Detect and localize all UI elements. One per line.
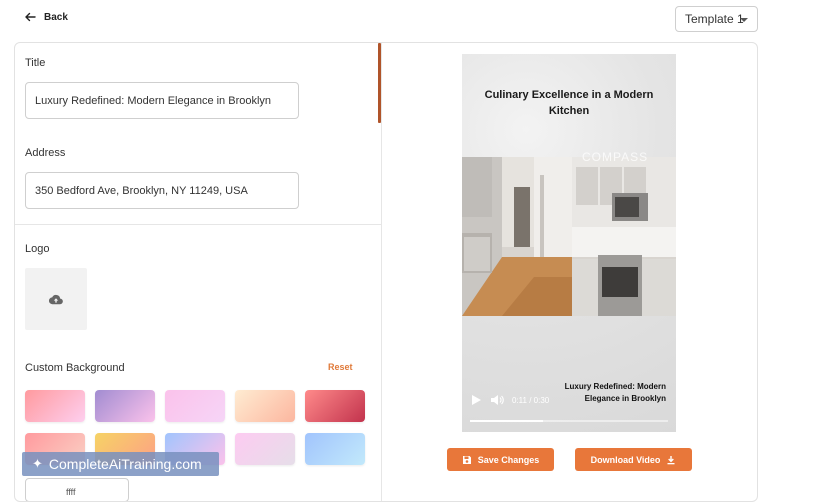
- reset-button[interactable]: Reset: [328, 362, 353, 372]
- video-preview[interactable]: Culinary Excellence in a Modern Kitchen: [462, 54, 676, 432]
- video-progress-fill: [470, 420, 544, 422]
- save-icon: [462, 455, 471, 464]
- swatch-light-pink[interactable]: [165, 390, 225, 422]
- address-label: Address: [25, 147, 66, 159]
- watermark-text: CompleteAiTraining.com: [48, 456, 202, 472]
- download-video-button[interactable]: Download Video: [575, 448, 692, 471]
- title-label: Title: [25, 57, 46, 69]
- back-label: Back: [44, 11, 68, 23]
- swatch-pale-pink[interactable]: [235, 433, 295, 465]
- editor-card: Title Address Logo Custom Background Res…: [14, 42, 758, 502]
- swatch-peach[interactable]: [235, 390, 295, 422]
- logo-upload[interactable]: [25, 268, 87, 330]
- swatch-pink-coral[interactable]: [25, 390, 85, 422]
- watermark-banner: ✦ CompleteAiTraining.com: [22, 452, 219, 476]
- address-input[interactable]: [25, 172, 299, 209]
- settings-panel[interactable]: Title Address Logo Custom Background Res…: [15, 43, 381, 501]
- preview-caption: Luxury Redefined: Modern Elegance in Bro…: [564, 382, 666, 403]
- panel-divider: [381, 43, 382, 501]
- section-divider: [15, 224, 381, 225]
- caret-down-icon: [740, 18, 748, 22]
- arrow-left-icon: [25, 12, 36, 22]
- swatch-red-rose[interactable]: [305, 390, 365, 422]
- preview-brand-text: COMPASS: [582, 150, 649, 164]
- kitchen-photo: [462, 157, 676, 316]
- video-progress-bar[interactable]: [470, 420, 668, 422]
- play-icon[interactable]: [470, 394, 482, 406]
- template-select-value: Template 1: [685, 12, 744, 26]
- scrollbar-thumb[interactable]: [378, 43, 381, 123]
- logo-label: Logo: [25, 243, 50, 255]
- top-bar: Back Template 1: [0, 0, 820, 40]
- preview-title: Culinary Excellence in a Modern Kitchen: [484, 89, 654, 117]
- video-controls: 0:11 / 0:30: [470, 394, 549, 406]
- kitchen-illustration: [462, 157, 676, 316]
- save-changes-button[interactable]: Save Changes: [447, 448, 554, 471]
- download-video-label: Download Video: [590, 454, 661, 465]
- cloud-upload-icon: [49, 294, 63, 304]
- swatch-sky-blue[interactable]: [305, 433, 365, 465]
- swatch-lavender[interactable]: [95, 390, 155, 422]
- sparkle-icon: ✦: [32, 456, 43, 471]
- video-time: 0:11 / 0:30: [512, 395, 550, 405]
- custom-background-label: Custom Background: [25, 362, 125, 374]
- back-button[interactable]: Back: [24, 11, 68, 23]
- template-select[interactable]: Template 1: [675, 6, 758, 32]
- volume-icon[interactable]: [490, 394, 504, 406]
- title-input[interactable]: [25, 82, 299, 119]
- download-icon: [667, 455, 675, 464]
- save-changes-label: Save Changes: [477, 454, 540, 465]
